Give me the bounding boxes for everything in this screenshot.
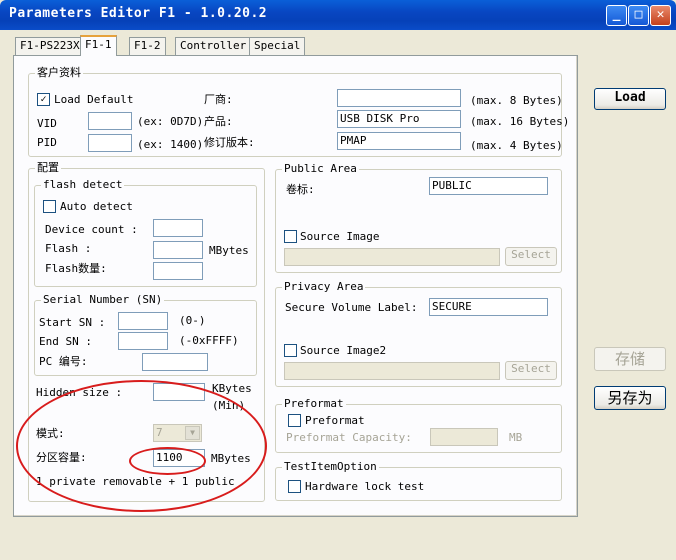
flash-count-input[interactable] bbox=[153, 262, 203, 280]
vid-label: VID bbox=[37, 117, 57, 130]
revision-hint: (max. 4 Bytes) bbox=[470, 139, 563, 152]
test-item-label: TestItemOption bbox=[282, 460, 379, 474]
privacy-area-label: Privacy Area bbox=[282, 280, 366, 294]
preformat-capacity-label: Preformat Capacity: bbox=[286, 431, 412, 444]
preformat-capacity-input[interactable] bbox=[430, 428, 498, 446]
window-title: Parameters Editor F1 - 1.0.20.2 bbox=[9, 6, 268, 21]
maximize-button[interactable]: □ bbox=[628, 5, 649, 26]
preformat-checkbox[interactable] bbox=[288, 414, 301, 427]
tab-f1-2[interactable]: F1-2 bbox=[129, 37, 166, 55]
vendor-input[interactable] bbox=[337, 89, 461, 107]
revision-input[interactable]: PMAP bbox=[337, 132, 461, 150]
load-default-checkbox[interactable]: ✓ bbox=[37, 93, 50, 106]
device-count-label: Device count : bbox=[45, 223, 138, 236]
source-image-checkbox[interactable] bbox=[284, 230, 297, 243]
secure-volume-input[interactable]: SECURE bbox=[429, 298, 548, 316]
end-sn-label: End SN : bbox=[39, 335, 92, 348]
vendor-label: 厂商: bbox=[204, 93, 233, 106]
hardware-lock-checkbox[interactable] bbox=[288, 480, 301, 493]
flash-unit: MBytes bbox=[209, 244, 249, 257]
vendor-hint: (max. 8 Bytes) bbox=[470, 94, 563, 107]
public-select-button[interactable]: Select bbox=[505, 247, 557, 266]
device-count-input[interactable] bbox=[153, 219, 203, 237]
source-image-label: Source Image bbox=[300, 230, 380, 243]
tab-f1-1[interactable]: F1-1 bbox=[80, 35, 117, 56]
flash-label: Flash : bbox=[45, 242, 92, 255]
revision-label: 修订版本: bbox=[204, 136, 255, 149]
auto-detect-label: Auto detect bbox=[60, 200, 133, 213]
public-area-label: Public Area bbox=[282, 162, 359, 176]
start-sn-input[interactable] bbox=[118, 312, 168, 330]
flash-detect-label: flash detect bbox=[41, 178, 125, 192]
annotation-ellipse-small bbox=[129, 447, 206, 475]
flash-input[interactable] bbox=[153, 241, 203, 259]
secure-volume-label: Secure Volume Label: bbox=[285, 301, 418, 314]
product-hint: (max. 16 Bytes) bbox=[470, 115, 570, 128]
preformat-group: Preformat bbox=[275, 397, 562, 453]
product-label: 产品: bbox=[204, 115, 233, 128]
pc-number-input[interactable] bbox=[142, 353, 208, 371]
load-button[interactable]: Load bbox=[594, 88, 666, 110]
pid-input[interactable] bbox=[88, 134, 132, 152]
start-sn-hint: (0-) bbox=[179, 314, 206, 327]
flash-count-label: Flash数量: bbox=[45, 262, 107, 275]
minimize-button[interactable]: _ bbox=[606, 5, 627, 26]
end-sn-input[interactable] bbox=[118, 332, 168, 350]
start-sn-label: Start SN : bbox=[39, 316, 106, 329]
save-button[interactable]: 存储 bbox=[594, 347, 666, 371]
hardware-lock-label: Hardware lock test bbox=[305, 480, 425, 493]
source-image2-path[interactable] bbox=[284, 362, 500, 380]
close-button[interactable]: ✕ bbox=[650, 5, 671, 26]
preformat-capacity-unit: MB bbox=[509, 431, 523, 444]
annotation-ellipse bbox=[16, 380, 267, 512]
vid-input[interactable] bbox=[88, 112, 132, 130]
load-default-label: Load Default bbox=[54, 93, 134, 106]
tab-f1-ps223x[interactable]: F1-PS223X bbox=[15, 37, 85, 55]
end-sn-hint: (-0xFFFF) bbox=[179, 334, 239, 347]
volume-input[interactable]: PUBLIC bbox=[429, 177, 548, 195]
pid-hint: (ex: 1400) bbox=[137, 138, 204, 151]
volume-label: 卷标: bbox=[286, 183, 315, 196]
serial-number-label: Serial Number (SN) bbox=[41, 293, 165, 307]
tab-special[interactable]: Special bbox=[249, 37, 306, 55]
auto-detect-checkbox[interactable] bbox=[43, 200, 56, 213]
tab-controller[interactable]: Controller bbox=[175, 37, 252, 55]
pid-label: PID bbox=[37, 136, 57, 149]
config-label: 配置 bbox=[35, 161, 61, 175]
preformat-group-label: Preformat bbox=[282, 397, 346, 411]
preformat-label: Preformat bbox=[305, 414, 365, 427]
pc-number-label: PC 编号: bbox=[39, 355, 88, 368]
source-image2-label: Source Image2 bbox=[300, 344, 387, 357]
product-input[interactable]: USB DISK Pro bbox=[337, 110, 461, 128]
source-image2-checkbox[interactable] bbox=[284, 344, 297, 357]
customer-info-label: 客户资料 bbox=[35, 66, 83, 80]
vid-hint: (ex: 0D7D) bbox=[137, 115, 204, 128]
privacy-select-button[interactable]: Select bbox=[505, 361, 557, 380]
save-as-button[interactable]: 另存为 bbox=[594, 386, 666, 410]
source-image-path[interactable] bbox=[284, 248, 500, 266]
